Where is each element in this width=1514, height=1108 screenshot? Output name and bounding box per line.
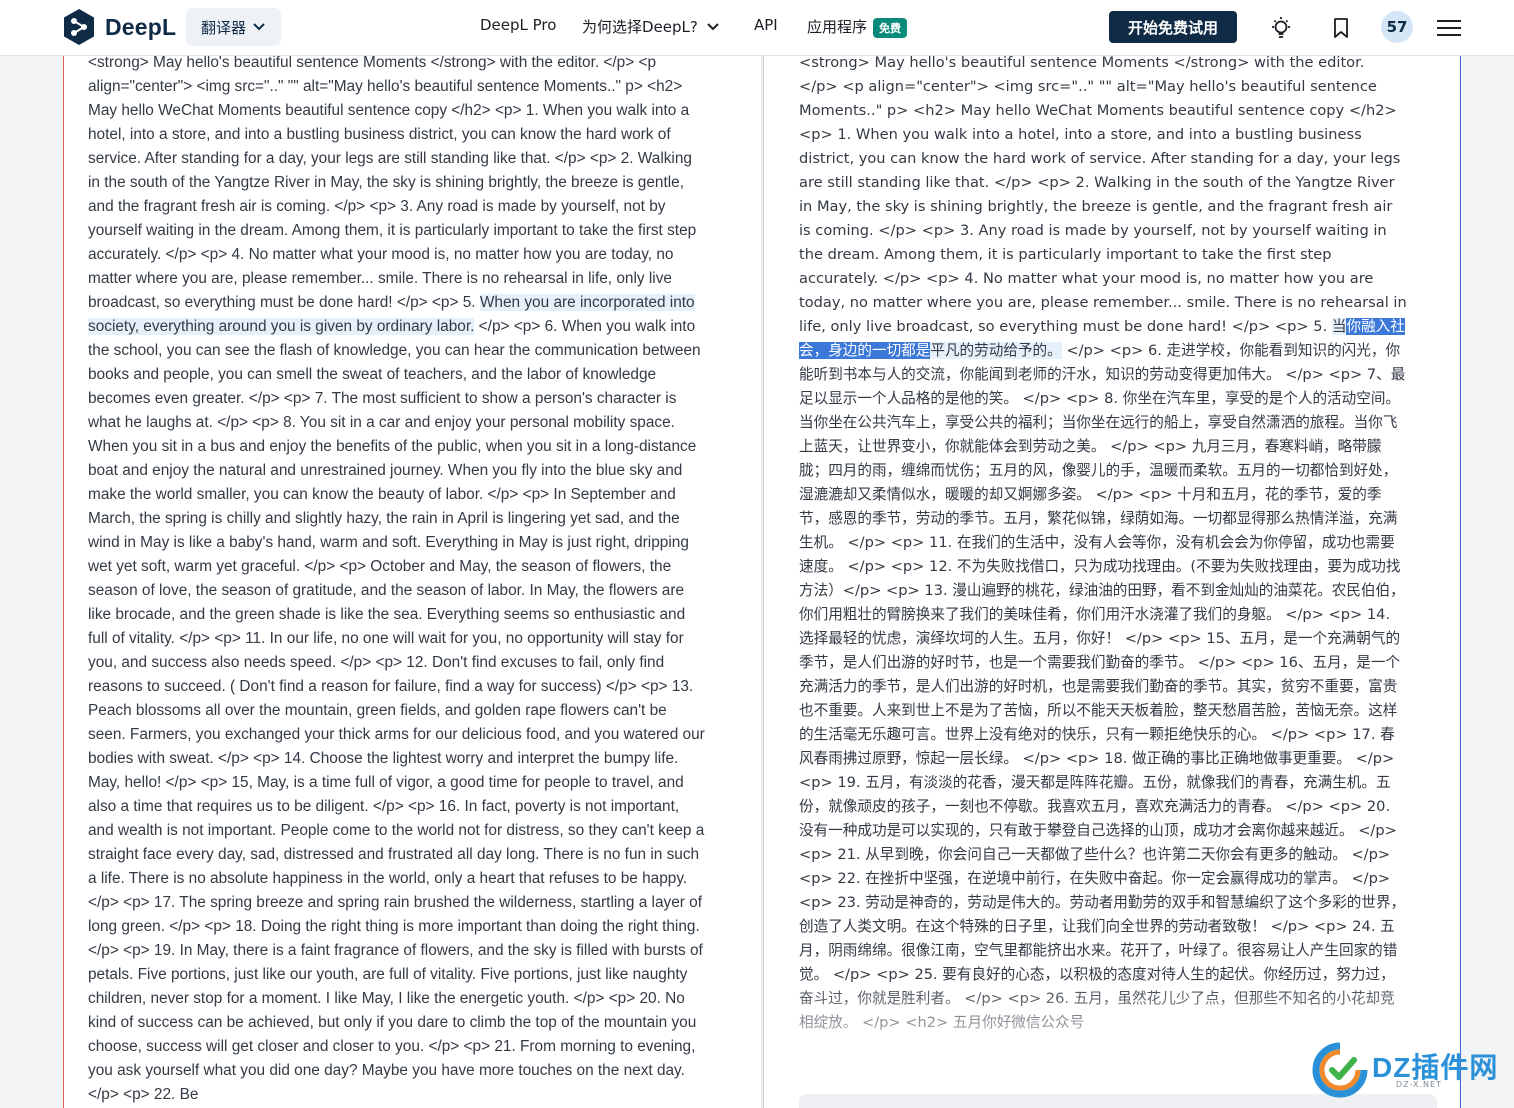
target-highlight-soft-end: 平凡的劳动给予的。 [930, 342, 1062, 359]
nav-why-deepl[interactable]: 为何选择DeepL? [582, 16, 720, 37]
brand-name: DeepL [105, 13, 177, 40]
source-text-after: </p> <p> 6. When you walk into the schoo… [88, 318, 705, 1103]
watermark-subtext: DZ-X.NET [1396, 1080, 1442, 1089]
hamburger-menu-icon [1437, 20, 1461, 36]
nav-deepl-pro[interactable]: DeepL Pro [480, 16, 556, 34]
dz-watermark: DZ插件网 DZ-X.NET [1310, 1040, 1505, 1100]
lightbulb-icon [1272, 17, 1290, 38]
top-navigation-bar: DeepL 翻译器 DeepL Pro 为何选择DeepL? API 应用程序免… [0, 0, 1514, 56]
target-highlight-soft-start: 当 [1331, 318, 1347, 335]
translator-dropdown-button[interactable]: 翻译器 [186, 8, 281, 46]
translation-output-text[interactable]: <strong> May hello's beautiful sentence … [799, 56, 1407, 1035]
free-badge: 免费 [873, 17, 908, 38]
chevron-down-icon [253, 23, 265, 31]
target-text-after: </p> <p> 6. 走进学校，你能看到知识的闪光，你能听到书本与人的交流，你… [799, 342, 1406, 1031]
source-text-input[interactable]: <strong> May hello's beautiful sentence … [88, 56, 708, 1107]
avatar[interactable]: 57 [1381, 11, 1413, 43]
deepl-logo[interactable]: DeepL [62, 8, 176, 46]
translation-output-panel[interactable]: <strong> May hello's beautiful sentence … [763, 56, 1461, 1108]
nav-apps[interactable]: 应用程序 免费 [807, 16, 908, 38]
nav-why-label: 为何选择DeepL? [582, 18, 698, 36]
target-text-before: <strong> May hello's beautiful sentence … [799, 56, 1407, 335]
nav-api[interactable]: API [754, 16, 778, 34]
menu-button[interactable] [1433, 12, 1465, 44]
theme-toggle-button[interactable] [1265, 12, 1297, 44]
source-text-panel[interactable]: <strong> May hello's beautiful sentence … [63, 56, 762, 1108]
start-free-trial-button[interactable]: 开始免费试用 [1109, 11, 1237, 43]
deepl-logo-icon [64, 9, 94, 45]
nav-apps-label: 应用程序 [807, 18, 868, 36]
translator-label: 翻译器 [200, 18, 246, 37]
chevron-down-icon [707, 22, 719, 30]
source-text-before: <strong> May hello's beautiful sentence … [88, 56, 697, 311]
dz-logo-icon [1312, 1042, 1368, 1098]
bookmark-icon [1334, 18, 1348, 38]
saved-translations-button[interactable] [1325, 12, 1357, 44]
